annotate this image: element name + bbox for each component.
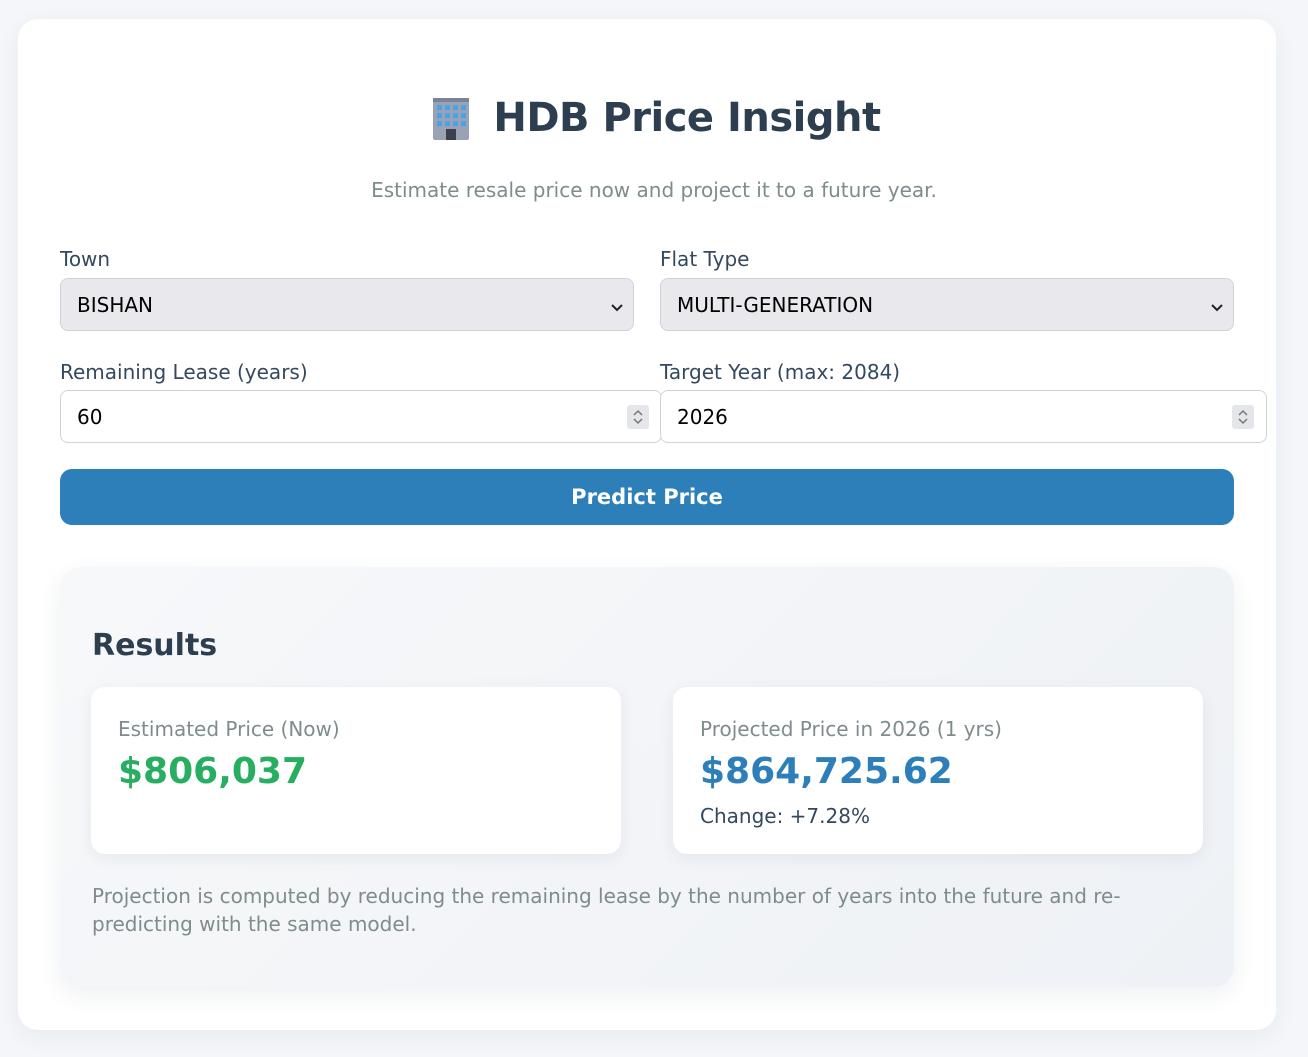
chevron-down-icon [609, 296, 625, 312]
estimated-price-card: Estimated Price (Now) $806,037 [91, 687, 621, 854]
page-subtitle: Estimate resale price now and project it… [371, 178, 937, 202]
target-year-label: Target Year (max: 2084) [660, 360, 901, 384]
page-header: HDB Price Insight [0, 94, 1308, 142]
results-title: Results [92, 628, 218, 663]
town-select-value: BISHAN [77, 292, 153, 317]
flat-type-select-value: MULTI-GENERATION [677, 292, 874, 317]
projection-note: Projection is computed by reducing the r… [92, 884, 1121, 936]
estimated-price-label: Estimated Price (Now) [118, 717, 340, 741]
predict-price-button[interactable]: Predict Price [60, 469, 1234, 525]
town-label: Town [60, 247, 111, 271]
price-change-text: Change: +7.28% [700, 804, 870, 828]
target-year-value: 2026 [677, 404, 728, 429]
remaining-lease-value: 60 [77, 404, 103, 429]
chevron-down-icon [1209, 296, 1225, 312]
flat-type-label: Flat Type [660, 247, 750, 271]
stepper-icon[interactable] [1232, 405, 1254, 429]
projected-price-label: Projected Price in 2026 (1 yrs) [700, 717, 1002, 741]
office-building-icon [427, 94, 475, 142]
page-title: HDB Price Insight [493, 95, 881, 141]
stepper-icon[interactable] [627, 405, 649, 429]
projected-price-value: $864,725.62 [700, 751, 953, 792]
remaining-lease-label: Remaining Lease (years) [60, 360, 308, 384]
projected-price-card: Projected Price in 2026 (1 yrs) $864,725… [673, 687, 1203, 854]
town-select[interactable]: BISHAN [60, 278, 634, 331]
estimated-price-value: $806,037 [118, 751, 308, 792]
remaining-lease-input[interactable]: 60 [60, 390, 662, 443]
target-year-input[interactable]: 2026 [660, 390, 1267, 443]
flat-type-select[interactable]: MULTI-GENERATION [660, 278, 1234, 331]
